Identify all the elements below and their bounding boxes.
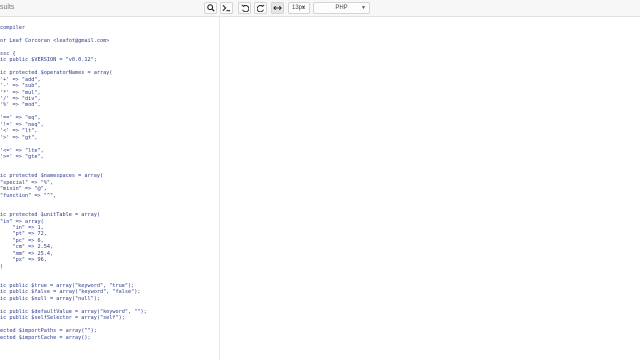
code-line: ) <box>0 263 4 270</box>
window-title: sults <box>0 4 15 11</box>
code-line: ected $importCache = array(); <box>0 334 91 341</box>
code-line: ic public $VERSION = "v0.0.12"; <box>0 57 97 64</box>
terminal-icon <box>222 4 231 12</box>
search-button[interactable] <box>204 2 217 14</box>
search-icon <box>206 4 215 12</box>
language-value: PHP <box>335 5 348 11</box>
code-line: '%' => "mod", <box>0 102 41 109</box>
font-size-select[interactable]: 13px ▼ <box>288 2 310 14</box>
code-editor[interactable]: compiler or Leaf Corcoran <leafot@gmail.c… <box>0 17 220 360</box>
wrap-button[interactable] <box>271 2 284 14</box>
code-line: '>' => "gt", <box>0 134 38 141</box>
code-line: ic public $selfSelector = array("self"); <box>0 315 125 322</box>
redo-icon <box>256 4 265 12</box>
code-line: '>=' => "gte", <box>0 154 44 160</box>
undo-button[interactable] <box>238 2 251 14</box>
chevron-down-icon: ▼ <box>361 5 366 11</box>
console-button[interactable] <box>220 2 233 14</box>
toolbar: sults 13px ▼ PHP ▼ <box>0 0 640 17</box>
code-line: ic public $null = array("null"); <box>0 295 100 302</box>
undo-icon <box>240 4 249 12</box>
language-select[interactable]: PHP ▼ <box>313 2 370 14</box>
code-line: compiler <box>0 25 25 31</box>
redo-button[interactable] <box>254 2 267 14</box>
code-line: or Leaf Corcoran <leafot@gmail.com> <box>0 37 110 44</box>
code-line: "function" => "^", <box>0 192 57 199</box>
chevron-down-icon: ▼ <box>301 5 306 11</box>
output-preview <box>221 17 640 360</box>
code-line: "px" => 96, <box>0 257 47 264</box>
horizontal-arrows-icon <box>273 5 282 11</box>
